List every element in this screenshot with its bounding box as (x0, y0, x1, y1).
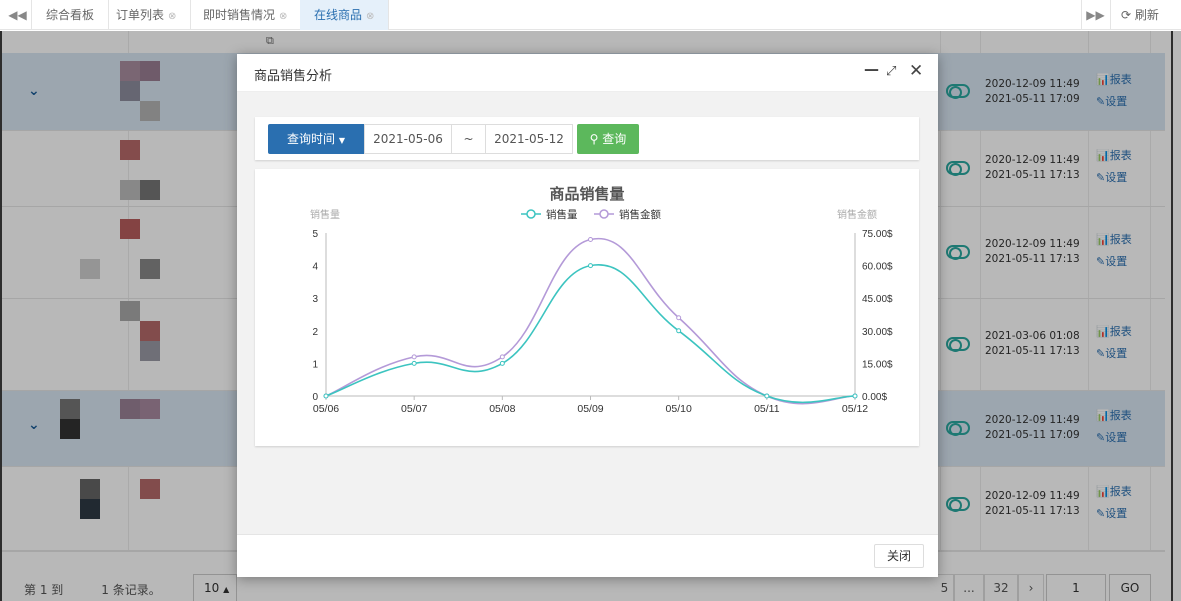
refresh-button[interactable]: ⟳ 刷新 (1110, 0, 1169, 30)
end-date-input[interactable]: 2021-05-12 (485, 124, 573, 154)
data-point (588, 263, 593, 269)
sales-analysis-modal: 商品销售分析 — ⤢ ✕ 查询时间 ▼ 2021-05-06 ~ 2021-05… (237, 54, 938, 577)
tab-close-icon[interactable]: ⊗ (279, 11, 287, 22)
tab-online-products[interactable]: 在线商品 ⊗ (300, 0, 390, 30)
y-tick-label-left: 2 (312, 327, 318, 338)
tab-order-list[interactable]: 订单列表 ⊗ (102, 0, 192, 30)
start-date-value: 2021-05-06 (373, 132, 443, 146)
tab-label: 在线商品 (314, 8, 363, 22)
minimize-icon[interactable]: — (864, 60, 879, 78)
tab-close-icon[interactable]: ⊗ (366, 11, 374, 22)
y-tick-label-right: 30.00$ (862, 327, 893, 338)
tab-bar: ◀◀ 综合看板 订单列表 ⊗ 即时销售情况 ⊗ 在线商品 ⊗ ▶▶ ⟳ 刷新 (0, 0, 1181, 30)
end-date-value: 2021-05-12 (494, 132, 564, 146)
refresh-label: 刷新 (1134, 8, 1159, 22)
y-tick-label-left: 5 (312, 229, 318, 240)
x-tick-label: 05/10 (666, 403, 692, 415)
y-tick-label-left: 3 (312, 294, 318, 305)
tab-label: 即时销售情况 (203, 8, 276, 22)
y-tick-label-left: 0 (312, 392, 318, 403)
close-button[interactable]: 关闭 (874, 544, 924, 568)
data-point (499, 360, 505, 366)
query-time-label: 查询时间 (287, 132, 336, 146)
x-tick-label: 05/08 (489, 403, 515, 415)
x-tick-label: 05/07 (401, 403, 427, 415)
refresh-icon: ⟳ (1121, 8, 1132, 22)
data-point (588, 237, 593, 243)
modal-title: 商品销售分析 (254, 69, 333, 84)
tab-realtime-sales[interactable]: 即时销售情况 ⊗ (189, 0, 303, 30)
modal-header: 商品销售分析 — ⤢ ✕ (237, 54, 938, 92)
data-point (676, 328, 682, 334)
legend-swatch-marker (526, 209, 536, 219)
legend-label: 销售金额 (619, 208, 661, 221)
tab-scroll-left-button[interactable]: ◀◀ (4, 0, 32, 30)
search-label: 查询 (602, 132, 627, 146)
start-date-input[interactable]: 2021-05-06 (364, 124, 452, 154)
data-point (764, 393, 770, 399)
query-panel: 查询时间 ▼ 2021-05-06 ~ 2021-05-12 ⚲ 查询 (255, 117, 919, 160)
data-point (411, 360, 417, 366)
query-time-dropdown[interactable]: 查询时间 ▼ (268, 124, 364, 154)
tab-label: 订单列表 (116, 8, 165, 22)
tab-scroll-right-button[interactable]: ▶▶ (1081, 0, 1109, 30)
data-point (411, 354, 417, 360)
tab-dashboard[interactable]: 综合看板 (32, 0, 110, 30)
search-button[interactable]: ⚲ 查询 (577, 124, 639, 154)
x-tick-label: 05/09 (577, 403, 603, 415)
y-tick-label-left: 4 (312, 262, 318, 273)
y-tick-label-left: 1 (312, 359, 318, 370)
frame-edge (0, 31, 2, 601)
chart-title: 商品销售量 (549, 185, 624, 203)
sales-line-chart: 商品销售量销售量 销售金额 0 1 2 3 4 5 0.00$ 15.00$ 30.00$ 45.00… (310, 185, 893, 415)
caret-down-icon: ▼ (338, 136, 345, 145)
y-axis-right-label: 销售金额 (837, 208, 877, 221)
sales-chart-panel: 商品销售量销售量 销售金额 0 1 2 3 4 5 0.00$ 15.00$ 30.00$ 45.00… (255, 169, 919, 446)
data-point (499, 354, 505, 360)
data-point (676, 315, 682, 321)
search-icon: ⚲ (589, 132, 599, 146)
legend-label: 销售量 (546, 208, 578, 221)
series-line-left (325, 264, 856, 404)
tab-close-icon[interactable]: ⊗ (168, 11, 176, 22)
close-icon[interactable]: ✕ (909, 61, 923, 81)
y-tick-label-right: 0.00$ (862, 392, 887, 403)
data-point (323, 393, 329, 399)
frame-edge (1171, 31, 1173, 601)
maximize-icon[interactable]: ⤢ (886, 64, 896, 79)
y-tick-label-right: 15.00$ (862, 359, 893, 370)
x-tick-label: 05/06 (313, 403, 339, 415)
tab-label: 综合看板 (46, 8, 95, 22)
data-point (852, 393, 858, 399)
x-tick-label: 05/12 (842, 403, 868, 415)
y-tick-label-right: 45.00$ (862, 294, 893, 305)
legend-swatch-marker (599, 209, 609, 219)
x-tick-label: 05/11 (754, 403, 780, 415)
y-tick-label-right: 75.00$ (862, 229, 893, 240)
date-separator: ~ (451, 124, 486, 154)
y-axis-left-label: 销售量 (310, 208, 340, 221)
y-tick-label-right: 60.00$ (862, 262, 893, 273)
modal-footer: 关闭 (237, 534, 938, 577)
separator-text: ~ (463, 132, 474, 146)
